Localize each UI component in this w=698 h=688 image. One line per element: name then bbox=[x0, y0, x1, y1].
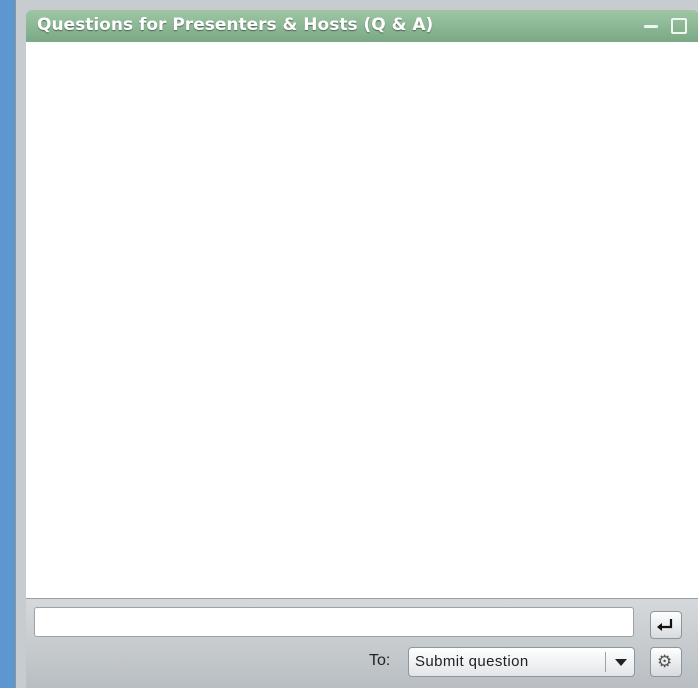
dropdown-divider bbox=[605, 652, 606, 672]
questions-list-area bbox=[26, 42, 698, 598]
panel-titlebar: Questions for Presenters & Hosts (Q & A) bbox=[26, 10, 698, 42]
recipient-selected-value: Submit question bbox=[415, 653, 529, 670]
recipient-label: To: bbox=[369, 652, 391, 669]
gear-icon: ⚙ bbox=[657, 652, 673, 672]
maximize-icon[interactable] bbox=[667, 10, 691, 42]
send-question-button[interactable] bbox=[650, 611, 682, 639]
panel-title: Questions for Presenters & Hosts (Q & A) bbox=[37, 15, 434, 35]
qa-panel: Questions for Presenters & Hosts (Q & A)… bbox=[15, 0, 698, 688]
recipient-dropdown[interactable]: Submit question bbox=[408, 647, 635, 677]
chevron-down-icon bbox=[615, 659, 627, 666]
minimize-icon[interactable] bbox=[639, 10, 663, 42]
question-input[interactable] bbox=[34, 607, 634, 637]
composer-bar: To: Submit question ⚙ bbox=[26, 598, 698, 688]
options-button[interactable]: ⚙ bbox=[650, 647, 682, 677]
enter-arrow-icon bbox=[657, 619, 673, 631]
